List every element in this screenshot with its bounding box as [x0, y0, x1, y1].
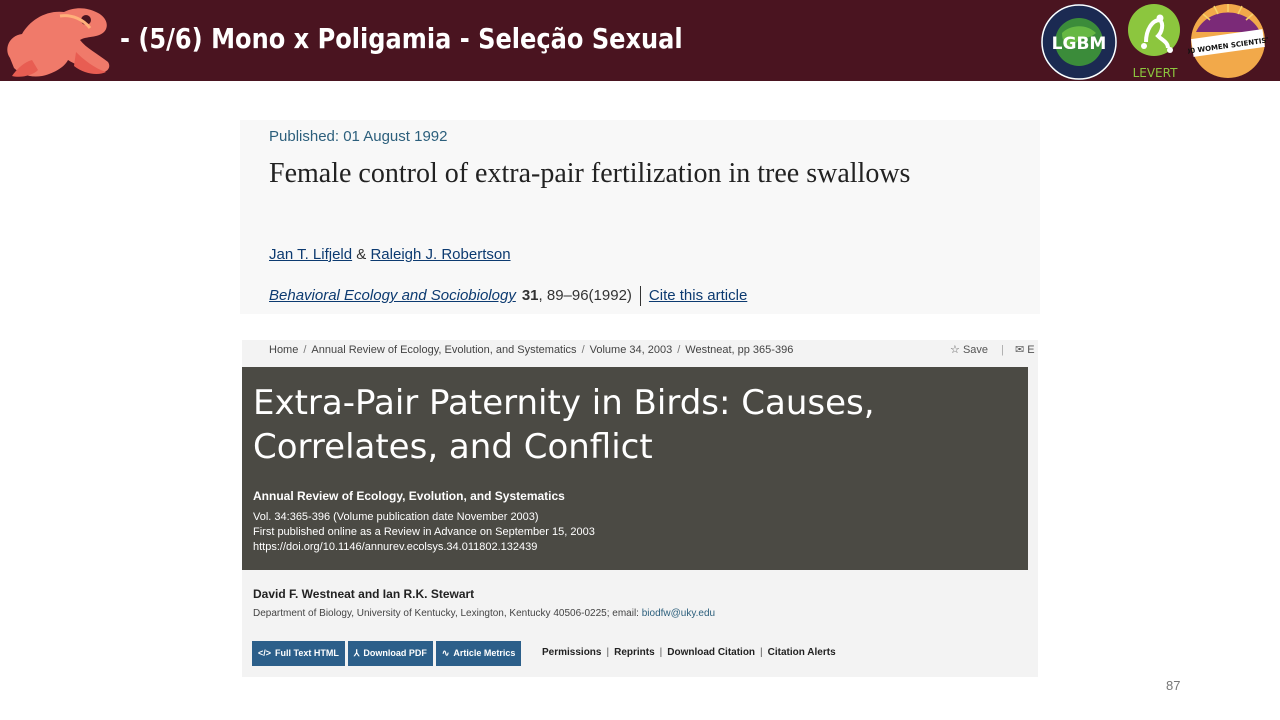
full-text-html-button[interactable]: </> Full Text HTML: [252, 641, 345, 666]
download-citation-link[interactable]: Download Citation: [667, 647, 755, 658]
500-women-scientists-logo: 500 WOMEN SCIENTISTS: [1188, 4, 1268, 78]
published-date: Published: 01 August 1992: [269, 128, 448, 145]
lgbm-logo: LGBM: [1041, 4, 1117, 80]
cite-this-article-link[interactable]: Cite this article: [649, 287, 747, 304]
action-buttons: </> Full Text HTML ⅄ Download PDF ∿ Article M…: [252, 641, 524, 666]
download-pdf-button[interactable]: ⅄ Download PDF: [347, 641, 433, 666]
button-label: Full Text HTML: [275, 648, 339, 658]
author-list: Jan T. Lifjeld & Raleigh J. Robertson: [269, 246, 511, 263]
levert-logo-text: LEVERT: [1133, 66, 1179, 80]
publication-meta: Vol. 34:365-396 (Volume publication date…: [253, 510, 595, 555]
volume-line: Vol. 34:365-396 (Volume publication date…: [253, 511, 539, 523]
article-card-annual-reviews: Home / Annual Review of Ecology, Evolution…: [242, 340, 1038, 677]
citation-alerts-link[interactable]: Citation Alerts: [768, 647, 836, 658]
author-link[interactable]: Raleigh J. Robertson: [370, 246, 510, 263]
breadcrumb-journal[interactable]: Annual Review of Ecology, Evolution, and…: [311, 344, 576, 356]
pages-year: , 89–96(1992): [538, 286, 632, 304]
breadcrumb-article: Westneat, pp 365-396: [685, 344, 794, 356]
star-icon[interactable]: ☆: [950, 344, 960, 356]
frog-icon: [7, 8, 110, 77]
volume-number: 31: [521, 286, 539, 304]
breadcrumb: Home / Annual Review of Ecology, Evolution…: [269, 344, 794, 356]
article-card-springer: Published: 01 August 1992 Female control…: [240, 120, 1040, 314]
affiliation-text: Department of Biology, University of Ken…: [253, 608, 642, 619]
article-links: Permissions | Reprints | Download Citation | C…: [542, 647, 836, 658]
breadcrumb-volume[interactable]: Volume 34, 2003: [590, 344, 673, 356]
author-separator: &: [356, 246, 367, 263]
article-banner: Extra-Pair Paternity in Birds: Causes, C…: [242, 367, 1028, 570]
journal-link[interactable]: Behavioral Ecology and Sociobiology: [269, 287, 516, 304]
metrics-icon: ∿: [441, 648, 450, 658]
author-list: David F. Westneat and Ian R.K. Stewart: [253, 587, 475, 601]
article-metrics-button[interactable]: ∿ Article Metrics: [435, 641, 522, 666]
page-number: 87: [1166, 678, 1181, 693]
slide-header: - (5/6) Mono x Poligamia - Seleção Sexua…: [0, 0, 1280, 81]
first-published-line: First published online as a Review in Ad…: [253, 526, 595, 538]
lgbm-logo-text: LGBM: [1052, 34, 1107, 54]
reprints-link[interactable]: Reprints: [614, 647, 655, 658]
save-link[interactable]: Save: [963, 344, 988, 356]
pdf-icon: ⅄: [353, 648, 360, 658]
envelope-icon[interactable]: ✉: [1015, 344, 1024, 356]
journal-name: Annual Review of Ecology, Evolution, and…: [253, 489, 565, 503]
affiliation: Department of Biology, University of Ken…: [253, 608, 715, 619]
citation-line: Behavioral Ecology and Sociobiology 31, 8…: [269, 286, 747, 306]
email-link[interactable]: E: [1027, 344, 1034, 356]
doi-link[interactable]: https://doi.org/10.1146/annurev.ecolsys.…: [253, 540, 595, 555]
permissions-link[interactable]: Permissions: [542, 647, 601, 658]
button-label: Article Metrics: [453, 648, 516, 658]
slide-title: - (5/6) Mono x Poligamia - Seleção Sexua…: [120, 22, 683, 55]
levert-logo: LEVERT: [1128, 4, 1180, 80]
article-title: Female control of extra-pair fertilizati…: [269, 158, 911, 189]
author-link[interactable]: Jan T. Lifjeld: [269, 246, 352, 263]
divider: [639, 286, 641, 306]
save-email-tools: ☆ Save | ✉ E: [950, 344, 1035, 356]
article-title: Extra-Pair Paternity in Birds: Causes, C…: [253, 383, 875, 467]
button-label: Download PDF: [363, 648, 427, 658]
code-icon: </>: [258, 648, 272, 658]
breadcrumb-home[interactable]: Home: [269, 344, 298, 356]
email-link[interactable]: biodfw@uky.edu: [642, 608, 715, 619]
